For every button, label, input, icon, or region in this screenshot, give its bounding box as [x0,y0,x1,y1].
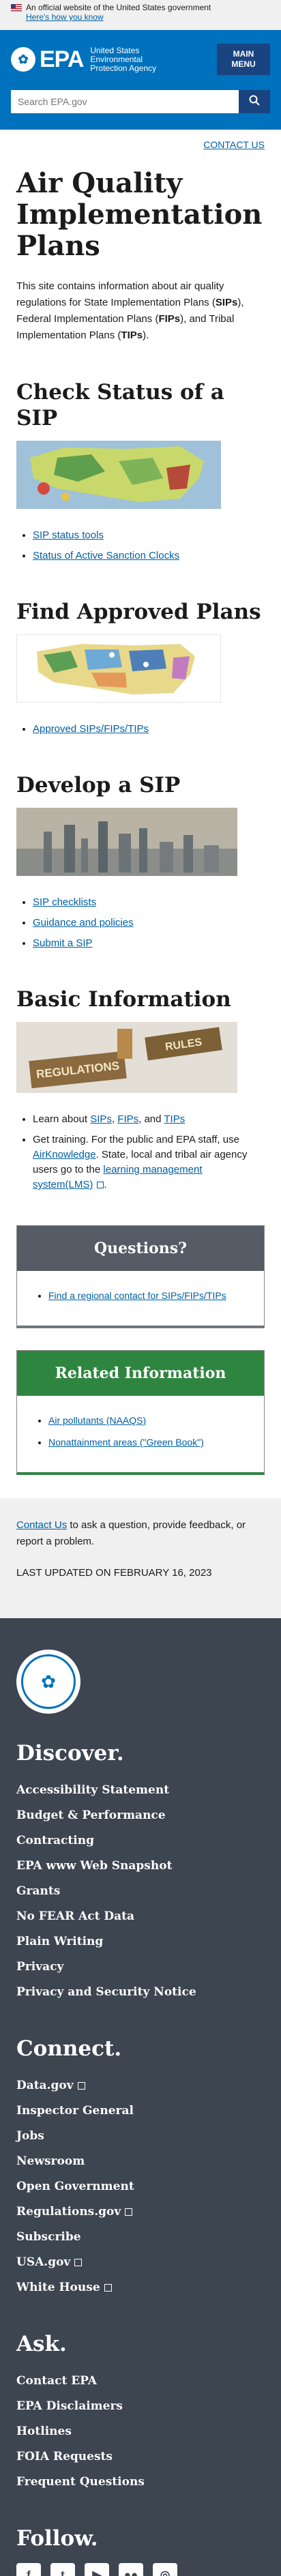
external-link-icon [77,2082,85,2090]
contact-us-link[interactable]: CONTACT US [203,139,265,150]
search-button[interactable] [239,90,270,113]
regional-contact-link[interactable]: Find a regional contact for SIPs/FIPs/TI… [48,1290,226,1301]
footer-link-privacy[interactable]: Privacy [16,1960,63,1974]
footer-link-frequent-questions[interactable]: Frequent Questions [16,2475,145,2489]
footer-link-foia[interactable]: FOIA Requests [16,2450,113,2463]
epa-logo-text: EPA [40,46,84,72]
footer-link-no-fear[interactable]: No FEAR Act Data [16,1909,134,1923]
footer-link-plain-writing[interactable]: Plain Writing [16,1935,103,1948]
develop-sip-links: SIP checklists Guidance and policies Sub… [16,895,265,951]
footer-link-hotlines[interactable]: Hotlines [16,2425,72,2438]
contact-us-footer-link[interactable]: Contact Us [16,1519,67,1531]
ask-list: Contact EPA EPA Disclaimers Hotlines FOI… [16,2369,265,2495]
gov-banner: An official website of the United States… [0,0,281,30]
check-status-links: SIP status tools Status of Active Sancti… [16,528,265,564]
connect-heading: Connect. [16,2036,122,2061]
footer-link-white-house[interactable]: White House [16,2281,100,2294]
approved-sips-fips-tips-link[interactable]: Approved SIPs/FIPs/TIPs [33,723,149,735]
intro-paragraph: This site contains information about air… [16,280,244,341]
search-input[interactable] [11,90,239,113]
footer-link-open-government[interactable]: Open Government [16,2180,134,2193]
external-link-icon [97,1182,104,1189]
list-item: Nonattainment areas ("Green Book") [48,1434,264,1450]
main-menu-button[interactable]: MAIN MENU [217,44,270,75]
footer-link-privacy-security[interactable]: Privacy and Security Notice [16,1985,196,1999]
contact-area: Contact Us to ask a question, provide fe… [0,1498,281,1618]
discover-heading: Discover. [16,1741,124,1766]
list-item: Guidance and policies [33,916,265,931]
epa-logo[interactable]: ✿ EPA United States Environmental Protec… [11,46,166,73]
page-title: Air Quality Implementation Plans [16,167,263,262]
connect-list: Data.gov Inspector General Jobs Newsroom… [16,2073,265,2300]
learn-tips-link[interactable]: TIPs [164,1113,185,1125]
site-footer: ✿ Discover. Accessibility Statement Budg… [0,1618,281,2576]
find-plans-links: Approved SIPs/FIPs/TIPs [16,722,265,737]
air-pollutants-link[interactable]: Air pollutants (NAAQS) [48,1415,146,1426]
agency-name: United States Environmental Protection A… [90,45,157,73]
official-site-text: An official website of the United States… [26,3,211,12]
sip-status-tools-link[interactable]: SIP status tools [33,529,104,541]
search-icon [249,95,260,106]
list-item: Status of Active Sanction Clocks [33,548,265,564]
submit-sip-link[interactable]: Submit a SIP [33,937,93,949]
site-header: ✿ EPA United States Environmental Protec… [0,30,281,130]
guidance-policies-link[interactable]: Guidance and policies [33,917,134,928]
related-information-box: Related Information Air pollutants (NAAQ… [16,1350,265,1475]
list-item: Approved SIPs/FIPs/TIPs [33,722,265,737]
learn-sips-link[interactable]: SIPs [90,1113,112,1125]
footer-link-data-gov[interactable]: Data.gov [16,2079,74,2092]
list-item: SIP status tools [33,528,265,543]
list-item: Submit a SIP [33,936,265,951]
heres-how-you-know-link[interactable]: Here's how you know [26,12,104,22]
list-item: Air pollutants (NAAQS) [48,1412,264,1429]
footer-link-disclaimers[interactable]: EPA Disclaimers [16,2399,123,2413]
footer-link-jobs[interactable]: Jobs [16,2129,44,2143]
sip-status-map-image [16,441,265,512]
epa-seal-icon[interactable]: ✿ [16,1650,80,1714]
nonattainment-areas-link[interactable]: Nonattainment areas ("Green Book") [48,1437,204,1448]
basic-info-list: Learn about SIPs, FIPs, and TIPs Get tra… [16,1112,265,1192]
search-form [11,90,270,113]
epa-flower-icon: ✿ [11,47,35,72]
external-link-icon [104,2284,112,2292]
smoggy-city-image [16,808,265,879]
regulations-rules-image: REGULATIONS RULES [16,1022,265,1096]
find-approved-plans-heading: Find Approved Plans [16,600,261,624]
list-item: Learn about SIPs, FIPs, and TIPs [33,1112,265,1127]
list-item: SIP checklists [33,895,265,910]
sip-checklists-link[interactable]: SIP checklists [33,896,96,908]
ask-heading: Ask. [16,2332,67,2356]
list-item: Find a regional contact for SIPs/FIPs/TI… [48,1287,264,1304]
footer-link-inspector-general[interactable]: Inspector General [16,2104,134,2118]
basic-information-heading: Basic Information [16,987,231,1012]
external-link-icon [74,2259,83,2266]
us-flag-icon [11,3,22,12]
footer-link-grants[interactable]: Grants [16,1884,60,1898]
develop-sip-heading: Develop a SIP [16,773,181,797]
learn-fips-link[interactable]: FIPs [117,1113,138,1125]
questions-box: Questions? Find a regional contact for S… [16,1225,265,1328]
last-updated-text: LAST UPDATED ON FEBRUARY 16, 2023 [16,1567,212,1579]
airknowledge-link[interactable]: AirKnowledge [33,1149,96,1160]
contact-paragraph: Contact Us to ask a question, provide fe… [16,1519,246,1547]
related-information-title: Related Information [17,1351,264,1396]
sanction-clocks-link[interactable]: Status of Active Sanction Clocks [33,550,179,561]
footer-link-newsroom[interactable]: Newsroom [16,2154,85,2168]
footer-link-contact-epa[interactable]: Contact EPA [16,2374,97,2388]
check-status-heading: Check Status of a SIP [16,380,224,430]
main-content: Air Quality Implementation Plans This si… [0,168,281,1475]
footer-link-budget[interactable]: Budget & Performance [16,1809,166,1822]
questions-title: Questions? [17,1226,264,1271]
follow-heading: Follow. [16,2526,98,2551]
footer-link-regulations-gov[interactable]: Regulations.gov [16,2205,121,2219]
external-link-icon [125,2208,133,2216]
footer-link-web-snapshot[interactable]: EPA www Web Snapshot [16,1859,172,1873]
list-item: Get training. For the public and EPA sta… [33,1132,265,1192]
footer-link-contracting[interactable]: Contracting [16,1834,94,1847]
footer-link-accessibility[interactable]: Accessibility Statement [16,1783,169,1797]
footer-link-subscribe[interactable]: Subscribe [16,2230,81,2244]
approved-plans-map-image [16,634,265,705]
footer-link-usa-gov[interactable]: USA.gov [16,2255,70,2269]
discover-list: Accessibility Statement Budget & Perform… [16,1778,265,2005]
